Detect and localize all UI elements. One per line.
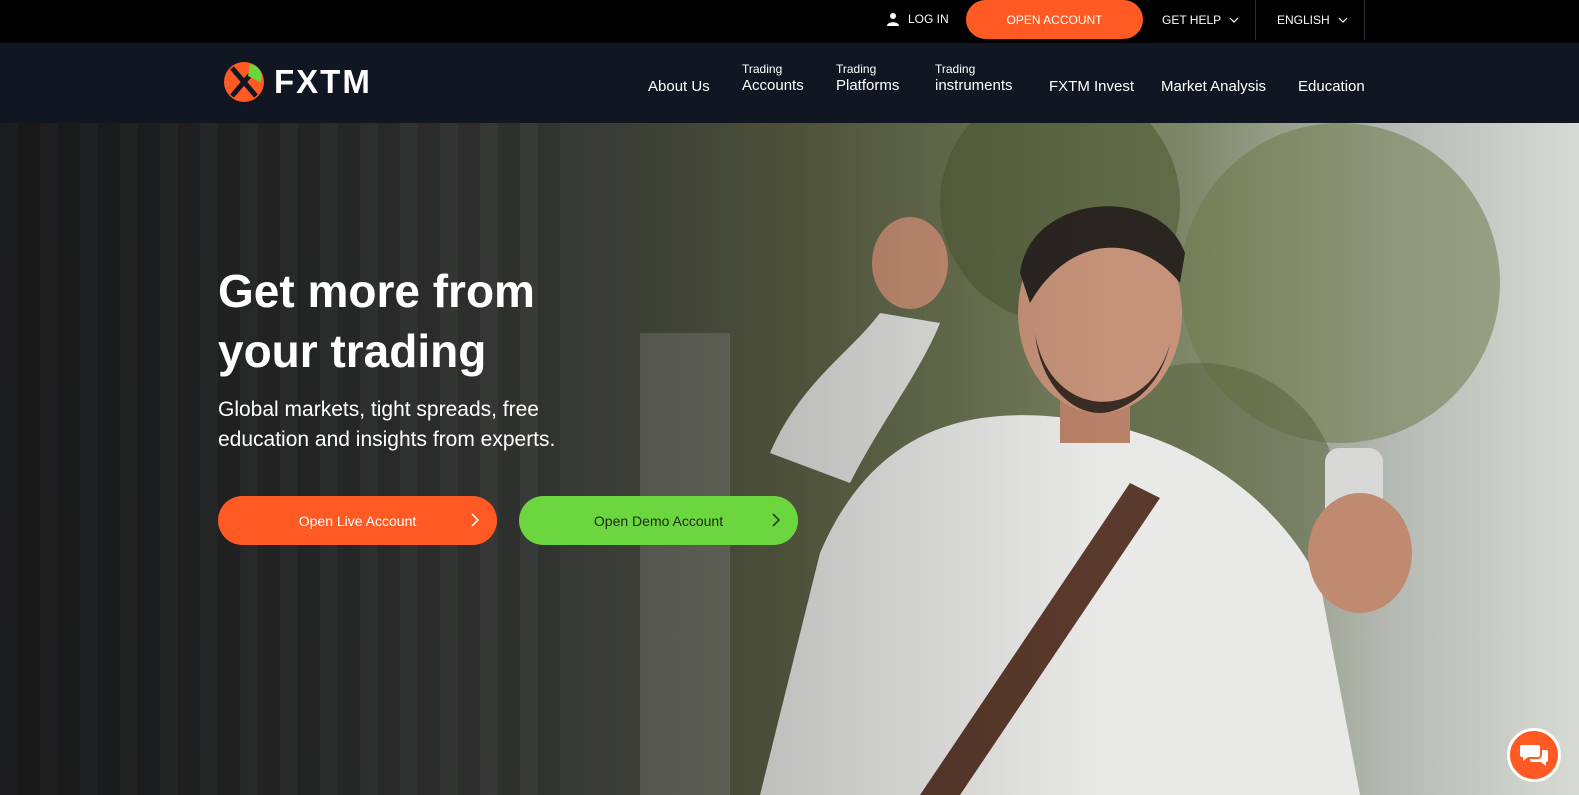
chevron-down-icon <box>1229 17 1239 23</box>
fxtm-logo[interactable]: FXTM <box>222 60 372 104</box>
nav-trading-accounts-label: Accounts <box>742 77 804 94</box>
nav-about-us[interactable]: About Us <box>648 79 710 95</box>
language-dropdown[interactable]: ENGLISH <box>1277 0 1348 39</box>
nav-trading-instruments[interactable]: Trading instruments <box>935 61 1013 94</box>
nav-education[interactable]: Education <box>1298 79 1365 95</box>
hero-title: Get more from your trading <box>218 261 618 381</box>
nav-education-label: Education <box>1298 78 1365 95</box>
hero-title-line1: Get more from <box>218 265 535 317</box>
chevron-right-icon <box>772 513 780 527</box>
hero-title-line2: your trading <box>218 325 487 377</box>
login-link[interactable]: LOG IN <box>886 0 949 38</box>
nav-trading-accounts-small: Trading <box>742 62 783 76</box>
hero-banner: Get more from your trading Global market… <box>0 123 1579 795</box>
open-live-account-label: Open Live Account <box>298 512 417 529</box>
nav-trading-platforms[interactable]: Trading Platforms <box>836 61 899 94</box>
fxtm-logo-icon <box>224 62 264 102</box>
get-help-dropdown[interactable]: GET HELP <box>1162 0 1239 39</box>
get-help-label: GET HELP <box>1162 12 1222 27</box>
open-demo-account-button[interactable]: Open Demo Account <box>519 496 798 545</box>
user-icon <box>887 13 899 26</box>
topbar-divider <box>1364 0 1365 40</box>
nav-trading-platforms-small: Trading <box>836 62 877 76</box>
language-label: ENGLISH <box>1277 12 1330 27</box>
open-account-button[interactable]: OPEN ACCOUNT <box>966 0 1143 39</box>
nav-fxtm-invest[interactable]: FXTM Invest <box>1049 79 1134 95</box>
hero-subtitle-line2: education and insights from experts. <box>218 428 556 451</box>
chevron-right-icon <box>471 513 479 527</box>
top-utility-bar: LOG IN OPEN ACCOUNT GET HELP ENGLISH <box>0 0 1579 43</box>
hero-subtitle: Global markets, tight spreads, free educ… <box>218 395 618 455</box>
topbar-divider <box>1255 0 1256 40</box>
nav-trading-platforms-label: Platforms <box>836 77 900 94</box>
open-demo-account-label: Open Demo Account <box>593 512 724 529</box>
nav-market-analysis[interactable]: Market Analysis <box>1161 79 1266 95</box>
nav-about-us-label: About Us <box>648 78 710 95</box>
nav-trading-instruments-label: instruments <box>935 77 1013 94</box>
login-label: LOG IN <box>908 12 949 26</box>
main-nav: FXTM About Us Trading Accounts Trading P… <box>0 43 1579 123</box>
chat-bubbles-icon <box>1520 745 1548 766</box>
nav-trading-accounts[interactable]: Trading Accounts <box>742 61 804 94</box>
nav-fxtm-invest-label: FXTM Invest <box>1049 78 1135 95</box>
chat-widget-button[interactable] <box>1507 728 1561 782</box>
chevron-down-icon <box>1338 17 1348 23</box>
nav-market-analysis-label: Market Analysis <box>1161 78 1267 95</box>
logo-text: FXTM <box>274 63 372 100</box>
hero-overlay <box>0 123 1579 795</box>
open-live-account-button[interactable]: Open Live Account <box>218 496 497 545</box>
hero-subtitle-line1: Global markets, tight spreads, free <box>218 398 539 421</box>
nav-trading-instruments-small: Trading <box>935 62 976 76</box>
